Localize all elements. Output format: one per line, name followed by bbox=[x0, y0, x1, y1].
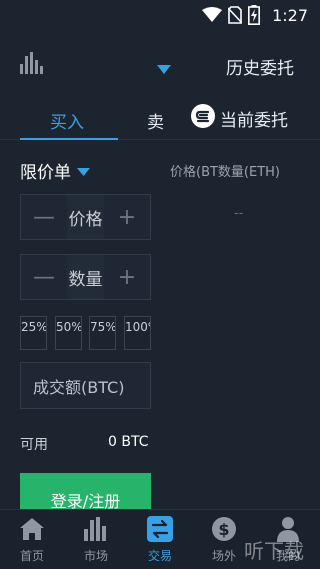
orderbook-empty-value: -- bbox=[234, 206, 244, 221]
home-icon bbox=[19, 515, 45, 543]
percent-25-button[interactable]: 25% bbox=[20, 316, 47, 350]
percent-75-button[interactable]: 75% bbox=[89, 316, 116, 350]
nav-item-market[interactable]: 市场 bbox=[64, 509, 128, 569]
tab-sell[interactable]: 卖 bbox=[147, 108, 164, 133]
nav-item-label: 交易 bbox=[147, 549, 172, 563]
nav-item-label: 首页 bbox=[19, 549, 44, 563]
status-time: 1:27 bbox=[272, 6, 308, 25]
nav-item-home[interactable]: 首页 bbox=[0, 509, 64, 569]
tab-buy[interactable]: 买入 bbox=[50, 108, 84, 133]
active-tab-indicator bbox=[20, 138, 118, 140]
price-decrease-button[interactable]: — bbox=[21, 195, 67, 239]
order-type-select[interactable]: 限价单 bbox=[20, 158, 90, 183]
turnover-input[interactable]: 成交额(BTC) bbox=[20, 362, 151, 409]
status-icons bbox=[202, 5, 260, 29]
svg-text:$: $ bbox=[218, 520, 229, 539]
battery-charging-icon bbox=[248, 5, 260, 29]
nav-item-label: 市场 bbox=[83, 549, 108, 563]
bar-chart-icon[interactable] bbox=[20, 52, 44, 78]
history-orders-link[interactable]: 历史委托 bbox=[226, 54, 294, 79]
available-label: 可用 bbox=[20, 437, 48, 453]
caret-down-icon[interactable] bbox=[157, 59, 171, 78]
orderbook-header: 价格(BT数量(ETH) bbox=[170, 165, 281, 180]
order-type-label: 限价单 bbox=[20, 163, 71, 183]
dollar-coin-icon: $ bbox=[211, 515, 237, 543]
nav-item-trade[interactable]: 交易 bbox=[128, 509, 192, 569]
price-stepper: — 价格 + bbox=[20, 194, 151, 240]
watermark: 听下载 bbox=[244, 539, 304, 563]
tab-current-orders-label: 当前委托 bbox=[220, 110, 288, 131]
percent-50-button[interactable]: 50% bbox=[55, 316, 82, 350]
quantity-decrease-button[interactable]: — bbox=[21, 255, 67, 299]
wifi-icon bbox=[202, 7, 222, 27]
price-input[interactable]: 价格 bbox=[67, 195, 104, 239]
tab-current-orders[interactable]: 当前委托 bbox=[190, 103, 288, 133]
no-sim-icon bbox=[227, 6, 243, 28]
price-increase-button[interactable]: + bbox=[104, 195, 150, 239]
quantity-stepper: — 数量 + bbox=[20, 254, 151, 300]
bar-chart-icon bbox=[83, 515, 109, 543]
available-balance: 0 BTC bbox=[108, 434, 149, 450]
percent-100-button[interactable]: 100% bbox=[124, 316, 151, 350]
quantity-input[interactable]: 数量 bbox=[67, 255, 104, 299]
quantity-increase-button[interactable]: + bbox=[104, 255, 150, 299]
caret-down-icon bbox=[77, 161, 90, 181]
exchange-icon bbox=[147, 515, 173, 543]
nav-item-label: 场外 bbox=[211, 549, 236, 563]
e-logo-icon bbox=[190, 103, 216, 133]
